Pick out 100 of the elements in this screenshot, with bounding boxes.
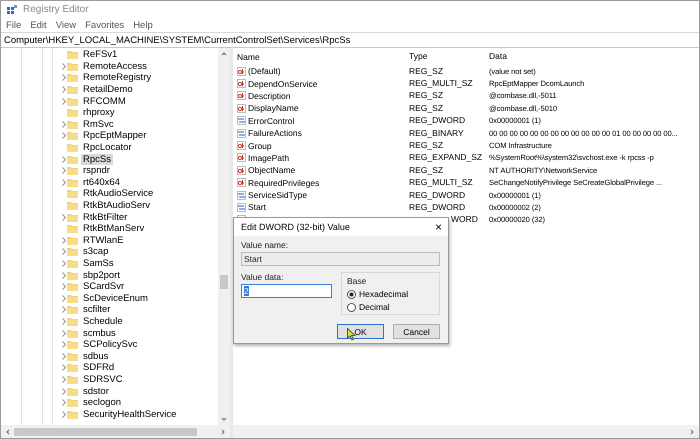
tree-item[interactable]: RetailDemo [81, 84, 135, 96]
tree-item[interactable]: seclogon [81, 397, 124, 408]
tree-item[interactable]: SamSs [81, 258, 116, 269]
tree-item[interactable]: RmSvc [81, 118, 116, 130]
window-title: Registry Editor [23, 4, 89, 15]
tree-item[interactable]: ScDeviceEnum [81, 292, 150, 304]
tree-item[interactable]: RpcEptMapper [81, 130, 148, 142]
scrollbar-thumb[interactable] [14, 428, 197, 436]
scroll-right-icon[interactable] [689, 428, 695, 434]
value-type: REG_DWORD [409, 115, 466, 126]
tree-item[interactable]: RpcLocator [81, 142, 134, 154]
folder-icon [67, 62, 78, 71]
tree-item[interactable]: sdstor [81, 386, 111, 397]
tree-item[interactable]: SCardSvr [81, 281, 126, 292]
folder-icon [67, 247, 78, 256]
chevron-right-icon[interactable] [62, 214, 66, 221]
tree-item[interactable]: rspndr [81, 165, 112, 176]
horizontal-scrollbar[interactable] [1, 425, 230, 438]
value-name[interactable]: FailureActions [248, 128, 302, 138]
value-name[interactable]: Group [248, 140, 272, 151]
value-type: REG_SZ [409, 140, 444, 150]
folder-icon [67, 294, 78, 303]
horizontal-scrollbar[interactable] [233, 425, 699, 438]
value-name[interactable]: ImagePath [248, 152, 290, 163]
value-type: REG_SZ [409, 102, 444, 113]
tree-item[interactable]: sdbus [81, 350, 110, 362]
string-value-icon [237, 91, 246, 100]
folder-icon [67, 178, 78, 187]
tree-item[interactable]: RFCOMM [81, 96, 128, 107]
tree-item[interactable]: Schedule [81, 316, 125, 327]
tree-item[interactable]: RTWlanE [81, 234, 126, 246]
radio-button[interactable] [347, 290, 356, 298]
folder-icon [67, 224, 78, 234]
tree-item[interactable]: RemoteAccess [81, 60, 149, 72]
tree-item[interactable]: scfilter [81, 304, 112, 316]
value-name[interactable]: DependOnService [248, 78, 318, 89]
radio-label[interactable]: Decimal [359, 302, 390, 312]
tree-item[interactable]: RemoteRegistry [81, 72, 154, 84]
tree-item[interactable]: rt640x64 [81, 176, 122, 188]
menu-item[interactable]: Favorites [85, 20, 124, 30]
tree-item[interactable]: scmbus [81, 328, 118, 339]
folder-icon [67, 398, 78, 408]
folder-icon [67, 363, 78, 372]
folder-icon [67, 108, 78, 118]
radio-label[interactable]: Hexadecimal [359, 289, 408, 299]
column-header[interactable]: Data [489, 51, 507, 61]
tree-item[interactable]: RpcSs [81, 154, 113, 165]
tree-item[interactable]: sbp2port [81, 270, 122, 281]
menu-item[interactable]: Edit [30, 20, 47, 30]
folder-icon [67, 189, 78, 198]
folder-icon [67, 212, 78, 222]
menu-item[interactable]: Help [133, 20, 153, 30]
value-name[interactable]: ErrorControl [248, 116, 294, 126]
scroll-down-icon[interactable] [221, 416, 227, 422]
tree-item[interactable]: RtkBtManServ [81, 223, 146, 234]
column-header[interactable]: Type [409, 51, 428, 61]
value-name-field[interactable]: Start [241, 252, 440, 266]
folder-icon [67, 282, 78, 292]
folder-icon [67, 50, 78, 60]
tree-item[interactable]: SCPolicySvc [81, 339, 140, 350]
value-name[interactable]: ServiceSidType [248, 190, 308, 200]
close-button[interactable]: × [434, 220, 442, 234]
value-type: REG_SZ [409, 90, 444, 100]
value-data-field[interactable]: 2 [241, 284, 332, 298]
tree-item[interactable]: ReFSv1 [81, 49, 120, 60]
value-name[interactable]: Description [248, 90, 291, 101]
value-name[interactable]: Start [248, 202, 266, 212]
tree-item[interactable]: rhproxy [81, 107, 117, 118]
menu-item[interactable]: View [56, 20, 76, 30]
tree-item[interactable]: SDFRd [81, 362, 116, 374]
value-name[interactable]: ObjectName [248, 165, 296, 176]
dialog-button[interactable]: OK [337, 324, 384, 339]
value-name[interactable]: RequiredPrivileges [248, 178, 320, 188]
menu-item[interactable]: File [6, 20, 22, 30]
folder-icon [67, 120, 78, 129]
binary-value-icon [237, 116, 246, 126]
dialog-button[interactable]: Cancel [393, 324, 440, 339]
tree-item[interactable]: SDRSVC [81, 374, 125, 385]
scroll-up-icon[interactable] [221, 51, 227, 57]
folder-icon [67, 143, 78, 152]
scrollbar-thumb[interactable] [220, 274, 228, 288]
vertical-scrollbar[interactable] [218, 48, 230, 425]
folder-icon [67, 131, 78, 140]
folder-icon [67, 328, 78, 338]
radio-button[interactable] [347, 302, 356, 312]
value-name[interactable]: DisplayName [248, 103, 299, 114]
group-label: Base [347, 276, 368, 286]
string-value-icon [237, 79, 246, 88]
tree-item[interactable]: RtkBtFilter [81, 212, 130, 223]
binary-value-icon [237, 128, 246, 138]
tree-item[interactable]: SecurityHealthService [81, 408, 178, 420]
value-name[interactable]: (Default) [248, 66, 281, 76]
column-header[interactable]: Name [237, 52, 260, 62]
tree-item[interactable]: RtkAudioService [81, 188, 156, 200]
scroll-left-icon[interactable] [5, 428, 11, 434]
folder-icon [67, 258, 78, 268]
scroll-right-icon[interactable] [220, 428, 226, 434]
tree-item[interactable]: RtkBtAudioServ [81, 200, 152, 212]
address-bar[interactable]: Computer\HKEY_LOCAL_MACHINE\SYSTEM\CurrentControlSet\Services\RpcSs [1, 32, 699, 48]
tree-item[interactable]: s3cap [81, 246, 110, 258]
